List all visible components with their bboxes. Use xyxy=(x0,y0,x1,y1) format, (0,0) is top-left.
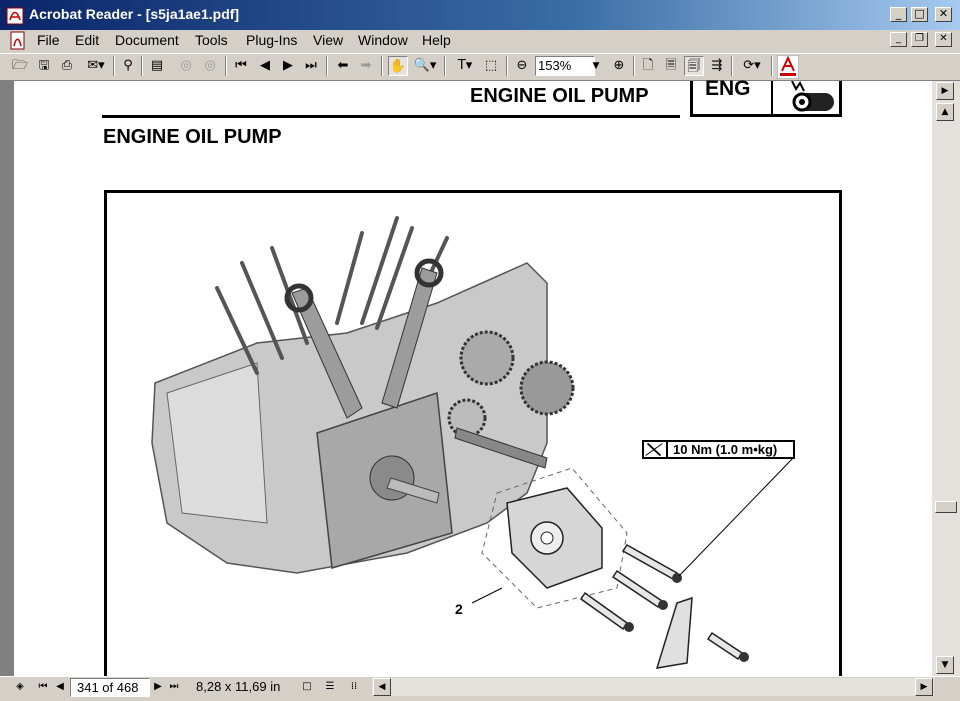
zoom-dropdown-icon[interactable]: ▼ xyxy=(588,56,604,76)
status-first-page-icon[interactable]: ⏮ xyxy=(35,678,51,696)
menu-plugins[interactable]: Plug-Ins xyxy=(246,32,297,48)
menu-document[interactable]: Document xyxy=(115,32,179,48)
continuous-layout-icon[interactable]: ☰ xyxy=(322,678,338,696)
thumbnail-left-icon[interactable]: ◎ xyxy=(176,56,196,76)
first-page-icon[interactable]: ⏮ xyxy=(231,56,251,76)
part-callout-number: 2 xyxy=(455,601,463,617)
maximize-icon[interactable]: □ xyxy=(911,7,928,22)
menu-tools[interactable]: Tools xyxy=(195,32,228,48)
toolbar-separator xyxy=(326,56,328,76)
scroll-left-icon[interactable]: ◀ xyxy=(373,678,391,696)
section-title: ENGINE OIL PUMP xyxy=(103,126,282,148)
menu-view[interactable]: View xyxy=(313,32,343,48)
status-next-page-icon[interactable]: ▶ xyxy=(150,678,166,696)
find-icon[interactable]: ⚲ xyxy=(118,56,138,76)
page-size-text: 8,28 x 11,69 in xyxy=(196,679,281,694)
chapter-tab-divider xyxy=(771,81,773,115)
scroll-down-icon[interactable]: ▼ xyxy=(936,656,954,674)
rotate-icon[interactable]: ⟳▾ xyxy=(737,56,767,76)
zoom-input[interactable]: 153% xyxy=(535,56,595,76)
header-rule xyxy=(102,115,680,118)
toolbar-separator xyxy=(771,56,773,76)
adobe-logo-icon[interactable] xyxy=(777,55,799,79)
engine-illustration xyxy=(151,216,795,669)
engine-chapter-icon xyxy=(791,81,834,112)
torque-spec-text: 10 Nm (1.0 m•kg) xyxy=(673,442,778,457)
window-title: Acrobat Reader - [s5ja1ae1.pdf] xyxy=(29,6,240,22)
fit-width-icon[interactable]: 🗐 xyxy=(684,56,704,76)
menu-edit[interactable]: Edit xyxy=(75,32,99,48)
save-icon[interactable]: 🖫 xyxy=(34,56,54,76)
vertical-scrollbar[interactable] xyxy=(932,81,960,676)
toolbar-separator xyxy=(506,56,508,76)
torque-wrench-icon xyxy=(645,440,668,459)
horizontal-scrollbar[interactable] xyxy=(372,678,934,696)
doc-minimize-icon[interactable]: _ xyxy=(890,32,907,47)
prev-page-icon[interactable]: ◀ xyxy=(255,56,275,76)
print-icon[interactable]: ⎙ xyxy=(57,56,77,76)
facing-layout-icon[interactable]: ⁞⁞ xyxy=(346,678,362,696)
scroll-right-icon[interactable]: ▶ xyxy=(915,678,933,696)
menu-window[interactable]: Window xyxy=(358,32,408,48)
close-icon[interactable]: ✕ xyxy=(935,7,952,22)
back-icon[interactable]: ⬅ xyxy=(333,56,353,76)
toolbar-separator xyxy=(113,56,115,76)
bookmarks-icon[interactable]: ▤ xyxy=(147,56,167,76)
chapter-tab-label: ENG xyxy=(705,77,751,100)
toolbar xyxy=(0,53,960,81)
next-page-icon[interactable]: ▶ xyxy=(278,56,298,76)
toolbar-separator xyxy=(731,56,733,76)
toolbar-separator xyxy=(633,56,635,76)
zoom-in-icon[interactable]: ⊕ xyxy=(609,56,629,76)
document-icon[interactable] xyxy=(8,31,28,51)
page-number-field[interactable]: 341 of 468 xyxy=(70,678,150,697)
status-prev-page-icon[interactable]: ◀ xyxy=(52,678,68,696)
actual-size-icon[interactable]: 🗋 xyxy=(638,56,658,76)
page-header-title: ENGINE OIL PUMP xyxy=(470,85,649,107)
fit-page-icon[interactable]: 🗏 xyxy=(661,56,681,76)
navigation-pane-icon[interactable]: ◈ xyxy=(12,678,28,696)
toolbar-separator xyxy=(141,56,143,76)
email-icon[interactable]: ✉▾ xyxy=(82,56,110,76)
vertical-scroll-thumb[interactable] xyxy=(935,501,957,513)
menu-help[interactable]: Help xyxy=(422,32,451,48)
text-select-icon[interactable]: T▾ xyxy=(450,56,480,76)
last-page-icon[interactable]: ⏭ xyxy=(301,56,321,76)
doc-restore-icon[interactable]: ❐ xyxy=(911,32,928,47)
doc-close-icon[interactable]: ✕ xyxy=(935,32,952,47)
zoom-out-icon[interactable]: ⊖ xyxy=(512,56,532,76)
graphics-select-icon[interactable]: ⬚ xyxy=(481,56,501,76)
single-page-layout-icon[interactable]: □ xyxy=(299,678,315,696)
status-last-page-icon[interactable]: ⏭ xyxy=(166,678,182,696)
menu-file[interactable]: File xyxy=(37,32,60,48)
reflow-icon[interactable]: ⇶ xyxy=(707,56,727,76)
hand-icon[interactable]: ✋ xyxy=(388,56,408,76)
toolbar-separator xyxy=(444,56,446,76)
toolbar-separator xyxy=(225,56,227,76)
thumbnail-right-icon[interactable]: ◎ xyxy=(200,56,220,76)
scroll-right-icon[interactable]: ▶ xyxy=(936,82,954,100)
scroll-up-icon[interactable]: ▲ xyxy=(936,103,954,121)
open-icon[interactable]: 🗁 xyxy=(10,56,30,76)
acrobat-icon[interactable] xyxy=(6,7,24,25)
toolbar-separator xyxy=(381,56,383,76)
minimize-icon[interactable]: _ xyxy=(890,7,907,22)
zoom-icon[interactable]: 🔍▾ xyxy=(410,56,440,76)
forward-icon[interactable]: ➡ xyxy=(356,56,376,76)
